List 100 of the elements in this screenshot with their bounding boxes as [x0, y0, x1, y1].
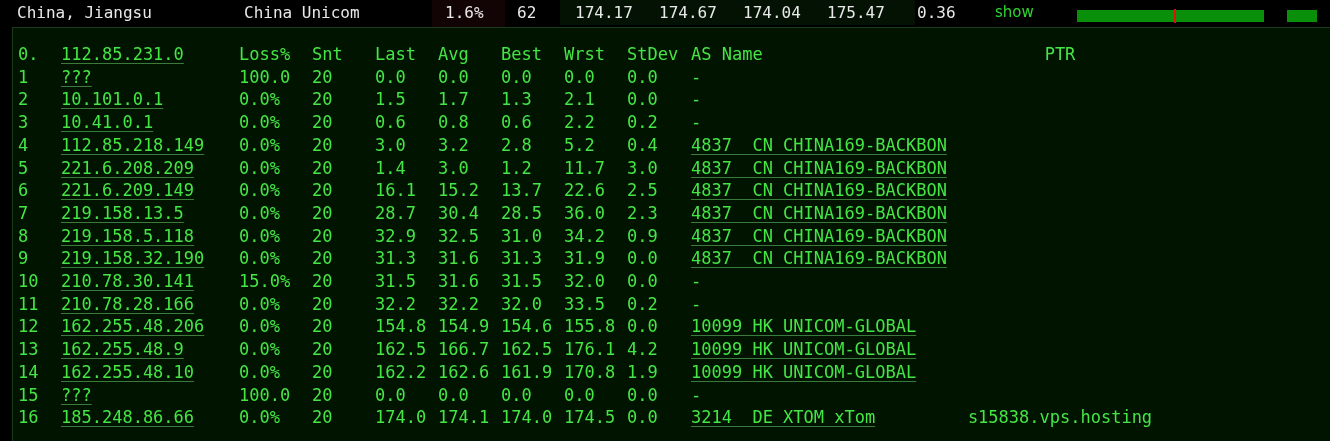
avg-cell: 0.0	[438, 65, 469, 89]
column-header: 0.	[18, 43, 39, 66]
last-cell: 1.5	[375, 88, 406, 112]
loss-cell: 100.0	[239, 65, 291, 89]
stdev-cell: 0.2	[627, 111, 658, 134]
last-cell: 28.7	[375, 201, 416, 225]
loss-cell: 0.0%	[239, 224, 280, 248]
worst-cell: 32.0	[564, 270, 605, 293]
host-link[interactable]: ???	[61, 383, 92, 407]
host-link[interactable]: 162.255.48.10	[61, 360, 195, 384]
host-link[interactable]: ???	[61, 65, 92, 89]
stdev-cell: 2.5	[627, 179, 658, 202]
best-cell: 0.6	[501, 111, 532, 134]
worst-cell: 2.1	[564, 88, 595, 112]
as-link[interactable]: 4837 CN CHINA169-BACKBON	[691, 179, 947, 202]
sent-cell: 20	[312, 201, 333, 225]
sent-cell: 20	[312, 247, 333, 271]
host-link[interactable]: 221.6.208.209	[61, 156, 195, 180]
loss-cell: 0.0%	[239, 111, 280, 134]
host-link[interactable]: 162.255.48.206	[61, 315, 205, 339]
hop-number: 12	[18, 315, 39, 339]
best-cell: 162.5	[501, 338, 553, 361]
host-link[interactable]: 210.78.30.141	[61, 270, 195, 293]
ptr-cell: s15838.vps.hosting	[967, 406, 1153, 429]
last-cell: 0.6	[375, 111, 406, 134]
as-cell: -	[691, 383, 702, 407]
best-cell: 1.3	[501, 88, 532, 112]
as-link[interactable]: 10099 HK UNICOM-GLOBAL	[691, 338, 917, 361]
hop-number: 5	[18, 156, 29, 180]
loss-cell: 15.0%	[239, 270, 291, 293]
as-link[interactable]: 10099 HK UNICOM-GLOBAL	[691, 360, 917, 384]
hop-number: 11	[18, 292, 39, 316]
sent-summary: 62	[516, 2, 538, 24]
stdev-cell: 0.0	[627, 406, 658, 429]
stdev-cell: 4.2	[627, 338, 658, 361]
as-cell: -	[691, 270, 702, 293]
column-header: Last	[375, 43, 416, 66]
avg-cell: 174.1	[438, 406, 490, 429]
stdev-cell: 0.2	[627, 292, 658, 316]
avg-cell: 15.2	[438, 179, 479, 202]
sent-cell: 20	[312, 383, 333, 407]
column-header: PTR	[1044, 43, 1076, 66]
last-cell: 16.1	[375, 179, 416, 202]
as-link[interactable]: 4837 CN CHINA169-BACKBON	[691, 201, 947, 225]
host-link[interactable]: 219.158.5.118	[61, 224, 195, 248]
host-link[interactable]: 210.78.28.166	[61, 292, 195, 316]
loss-cell: 0.0%	[239, 156, 280, 180]
avg-cell: 1.7	[438, 88, 469, 112]
best-cell: 31.5	[501, 270, 542, 293]
best-cell: 31.3	[501, 247, 542, 271]
column-header: AS Name	[691, 43, 763, 66]
sent-cell: 20	[312, 270, 333, 293]
last-cell: 31.5	[375, 270, 416, 293]
host-link[interactable]: 185.248.86.66	[61, 406, 195, 429]
host-link[interactable]: 10.101.0.1	[61, 88, 164, 112]
avg-cell: 154.9	[438, 315, 490, 339]
stdev-cell: 3.0	[627, 156, 658, 180]
host-link[interactable]: 112.85.218.149	[61, 133, 205, 157]
as-link[interactable]: 4837 CN CHINA169-BACKBON	[691, 133, 947, 157]
loss-cell: 0.0%	[239, 247, 280, 271]
column-header: Loss%	[239, 43, 291, 66]
last-cell: 0.0	[375, 65, 406, 89]
column-header: StDev	[627, 43, 679, 66]
loss-cell: 0.0%	[239, 292, 280, 316]
as-link[interactable]: 10099 HK UNICOM-GLOBAL	[691, 315, 917, 339]
loss-cell: 0.0%	[239, 88, 280, 112]
as-link[interactable]: 3214 DE XTOM xTom	[691, 406, 876, 429]
as-link[interactable]: 4837 CN CHINA169-BACKBON	[691, 247, 947, 271]
host-link[interactable]: 162.255.48.9	[61, 338, 184, 361]
stdev-cell: 0.0	[627, 247, 658, 271]
location-text: China, Jiangsu	[17, 2, 153, 24]
last-cell: 32.2	[375, 292, 416, 316]
as-link[interactable]: 4837 CN CHINA169-BACKBON	[691, 224, 947, 248]
host-link[interactable]: 112.85.231.0	[61, 43, 184, 66]
hop-number: 2	[18, 88, 29, 112]
sent-cell: 20	[312, 179, 333, 202]
loss-cell: 0.0%	[239, 133, 280, 157]
worst-cell: 34.2	[564, 224, 605, 248]
host-link[interactable]: 10.41.0.1	[61, 111, 154, 134]
host-link[interactable]: 219.158.32.190	[61, 247, 205, 271]
avg-cell: 32.5	[438, 224, 479, 248]
host-link[interactable]: 221.6.209.149	[61, 179, 195, 202]
latency-summary: 174.04	[743, 2, 802, 24]
show-link[interactable]: show	[995, 0, 1077, 27]
stdev-cell: 0.0	[627, 270, 658, 293]
worst-cell: 11.7	[564, 156, 605, 180]
host-link[interactable]: 219.158.13.5	[61, 201, 184, 225]
stdev-summary: 0.36	[916, 2, 957, 24]
worst-cell: 170.8	[564, 360, 616, 384]
best-cell: 32.0	[501, 292, 542, 316]
stdev-cell: 0.9	[627, 224, 658, 248]
last-cell: 154.8	[375, 315, 427, 339]
stdev-cell: 1.9	[627, 360, 658, 384]
sent-cell: 20	[312, 224, 333, 248]
as-link[interactable]: 4837 CN CHINA169-BACKBON	[691, 156, 947, 180]
stdev-cell: 0.0	[627, 315, 658, 339]
as-cell: -	[691, 65, 702, 89]
isp-text: China Unicom	[244, 2, 361, 24]
column-header: Snt	[312, 43, 343, 66]
worst-cell: 22.6	[564, 179, 605, 202]
